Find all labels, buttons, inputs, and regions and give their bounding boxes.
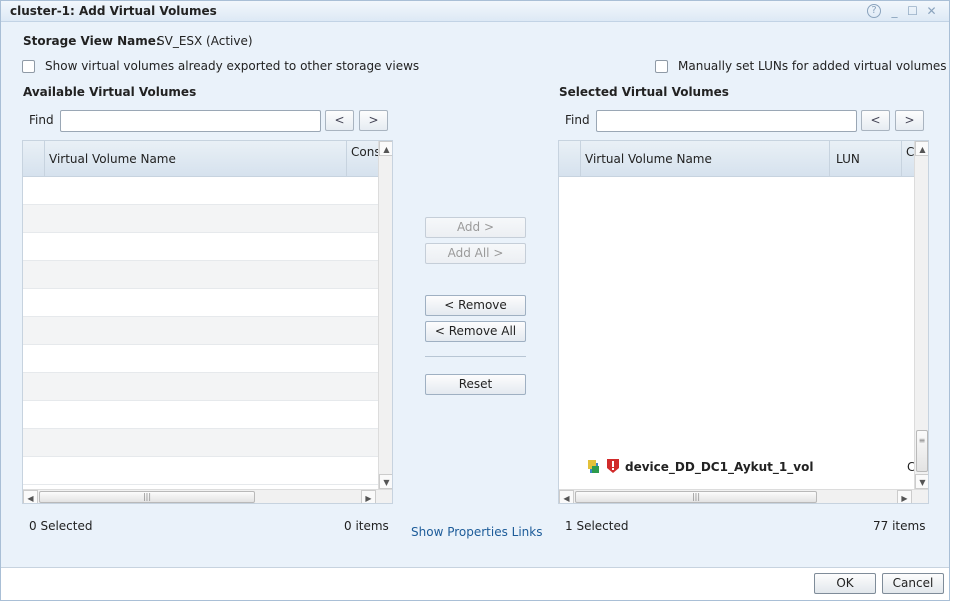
scroll-up-icon[interactable]: ▲ bbox=[379, 141, 392, 156]
table-row bbox=[23, 317, 379, 345]
available-selected-count: 0 Selected bbox=[29, 519, 93, 533]
scroll-left-icon[interactable]: ◀ bbox=[559, 490, 574, 503]
manual-luns-label: Manually set LUNs for added virtual volu… bbox=[678, 59, 947, 73]
volume-icon bbox=[588, 460, 600, 474]
available-prev-button[interactable]: < bbox=[325, 110, 354, 131]
available-horizontal-scrollbar[interactable]: ◀ ||| ▶ bbox=[23, 489, 392, 503]
scroll-thumb[interactable]: ||| bbox=[575, 491, 817, 503]
available-item-count: 0 items bbox=[344, 519, 389, 533]
selected-find-label: Find bbox=[565, 113, 590, 127]
maximize-icon[interactable]: ☐ bbox=[904, 3, 921, 19]
available-table-header: Virtual Volume Name Cons bbox=[23, 141, 381, 177]
table-row bbox=[23, 345, 379, 373]
table-row bbox=[23, 457, 379, 485]
available-find-label: Find bbox=[29, 113, 54, 127]
selected-prev-button[interactable]: < bbox=[861, 110, 890, 131]
selected-row-name: device_DD_DC1_Aykut_1_vol bbox=[625, 460, 814, 474]
selected-find-input[interactable] bbox=[596, 110, 857, 132]
reset-button[interactable]: Reset bbox=[425, 374, 526, 395]
add-button[interactable]: Add > bbox=[425, 217, 526, 238]
scroll-thumb[interactable]: ≡ bbox=[916, 430, 928, 472]
scroll-right-icon[interactable]: ▶ bbox=[361, 490, 376, 503]
selected-selected-count: 1 Selected bbox=[565, 519, 629, 533]
dialog-title: cluster-1: Add Virtual Volumes bbox=[10, 4, 217, 18]
scroll-thumb[interactable]: ||| bbox=[39, 491, 255, 503]
selected-volumes-table[interactable]: Virtual Volume Name LUN C device_DD_DC1_… bbox=[558, 140, 929, 504]
table-row bbox=[23, 429, 379, 457]
selected-title: Selected Virtual Volumes bbox=[559, 85, 729, 99]
table-row bbox=[23, 373, 379, 401]
table-row bbox=[23, 205, 379, 233]
close-icon[interactable]: ✕ bbox=[923, 3, 940, 19]
table-row bbox=[23, 233, 379, 261]
available-find-input[interactable] bbox=[60, 110, 321, 132]
available-next-button[interactable]: > bbox=[359, 110, 388, 131]
available-vertical-scrollbar[interactable]: ▲ ▼ bbox=[378, 141, 392, 489]
selected-col-lun[interactable]: LUN bbox=[836, 152, 860, 166]
scroll-down-icon[interactable]: ▼ bbox=[379, 474, 392, 489]
show-exported-checkbox[interactable] bbox=[22, 60, 35, 73]
add-virtual-volumes-dialog: cluster-1: Add Virtual Volumes ? _ ☐ ✕ S… bbox=[0, 0, 950, 601]
available-col-cons[interactable]: Cons bbox=[351, 145, 381, 159]
manual-luns-checkbox[interactable] bbox=[655, 60, 668, 73]
add-all-button[interactable]: Add All > bbox=[425, 243, 526, 264]
selected-next-button[interactable]: > bbox=[895, 110, 924, 131]
scroll-right-icon[interactable]: ▶ bbox=[897, 490, 912, 503]
available-col-name[interactable]: Virtual Volume Name bbox=[49, 152, 176, 166]
show-properties-link[interactable]: Show Properties Links bbox=[411, 525, 542, 539]
scroll-left-icon[interactable]: ◀ bbox=[23, 490, 38, 503]
actions-divider bbox=[425, 356, 526, 357]
cancel-button[interactable]: Cancel bbox=[882, 573, 944, 594]
selected-vertical-scrollbar[interactable]: ▲ ≡ ▼ bbox=[914, 141, 928, 489]
table-row bbox=[23, 401, 379, 429]
title-bar[interactable]: cluster-1: Add Virtual Volumes ? _ ☐ ✕ bbox=[1, 1, 949, 22]
ok-button[interactable]: OK bbox=[814, 573, 876, 594]
selected-col-name[interactable]: Virtual Volume Name bbox=[585, 152, 712, 166]
minimize-icon[interactable]: _ bbox=[886, 3, 903, 19]
remove-all-button[interactable]: < Remove All bbox=[425, 321, 526, 342]
show-exported-label: Show virtual volumes already exported to… bbox=[45, 59, 420, 73]
scroll-down-icon[interactable]: ▼ bbox=[915, 474, 928, 489]
warning-icon bbox=[606, 458, 620, 474]
help-icon[interactable]: ? bbox=[867, 4, 881, 18]
table-row bbox=[23, 177, 379, 205]
scroll-up-icon[interactable]: ▲ bbox=[915, 141, 928, 156]
selected-item-count: 77 items bbox=[873, 519, 926, 533]
storage-view-label: Storage View Name: bbox=[23, 34, 161, 48]
dialog-footer bbox=[1, 567, 949, 600]
table-row bbox=[23, 289, 379, 317]
available-title: Available Virtual Volumes bbox=[23, 85, 197, 99]
table-row[interactable]: device_DD_DC1_Aykut_1_vol C bbox=[559, 453, 915, 481]
remove-button[interactable]: < Remove bbox=[425, 295, 526, 316]
available-volumes-table[interactable]: Virtual Volume Name Cons ▲ ▼ ◀ ||| ▶ bbox=[22, 140, 393, 504]
table-row bbox=[23, 261, 379, 289]
selected-table-header: Virtual Volume Name LUN C bbox=[559, 141, 915, 177]
selected-horizontal-scrollbar[interactable]: ◀ ||| ▶ bbox=[559, 489, 928, 503]
storage-view-value: SV_ESX (Active) bbox=[157, 34, 253, 48]
